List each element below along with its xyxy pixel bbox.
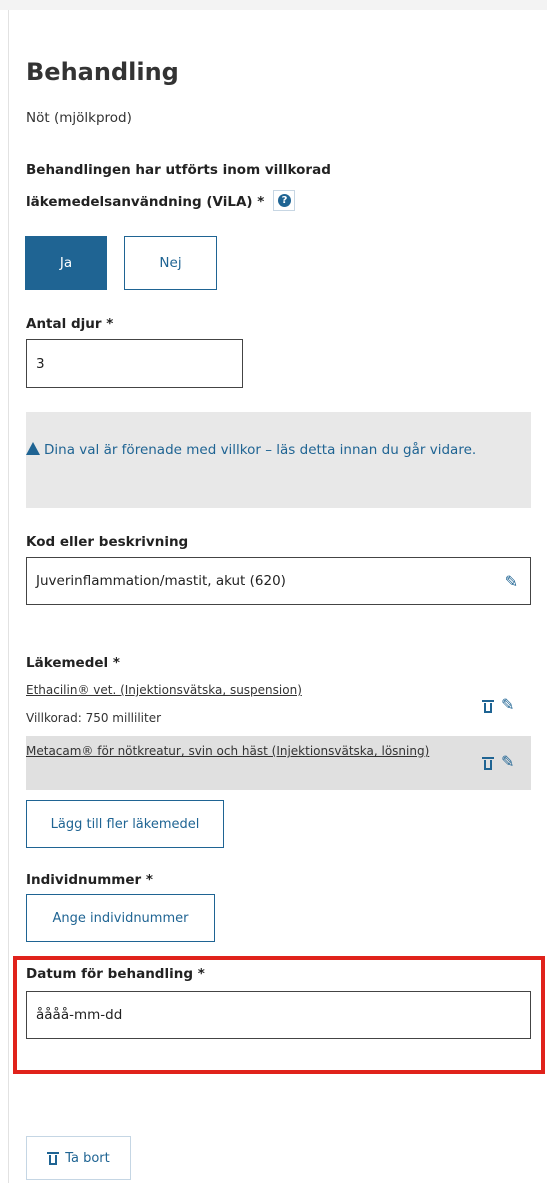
warning-icon [26, 442, 40, 455]
kod-value: Juverinflammation/mastit, akut (620) [36, 573, 286, 589]
medication-link[interactable]: Ethacilin® vet. (Injektionsvätska, suspe… [26, 683, 302, 697]
trash-icon[interactable] [482, 756, 494, 770]
edit-pencil-icon[interactable]: ✎ [501, 695, 514, 714]
medication-detail: Villkorad: 750 milliliter [26, 711, 162, 725]
vila-question: Behandlingen har utförts inom villkorad … [26, 154, 426, 218]
trash-icon[interactable] [482, 699, 494, 713]
add-medication-button[interactable]: Lägg till fler läkemedel [26, 800, 224, 848]
antal-djur-label: Antal djur * [26, 316, 114, 332]
medication-row: Ethacilin® vet. (Injektionsvätska, suspe… [26, 683, 531, 729]
animal-type: Nöt (mjölkprod) [26, 110, 132, 126]
help-icon: ? [278, 193, 292, 207]
delete-button[interactable]: Ta bort [26, 1136, 131, 1180]
edit-pencil-icon[interactable]: ✎ [505, 572, 518, 591]
datum-label: Datum för behandling * [26, 966, 205, 982]
lakemedel-label: Läkemedel * [26, 655, 120, 671]
edit-pencil-icon[interactable]: ✎ [501, 752, 514, 771]
trash-icon [47, 1151, 60, 1165]
left-divider [8, 10, 9, 1183]
individnummer-label: Individnummer * [26, 872, 153, 888]
top-bar [0, 0, 547, 10]
page-title: Behandling [26, 58, 179, 86]
individnummer-button[interactable]: Ange individnummer [26, 894, 215, 942]
datum-input[interactable]: åååå-mm-dd [26, 991, 531, 1039]
antal-djur-value: 3 [36, 355, 45, 372]
delete-label: Ta bort [65, 1150, 110, 1166]
kod-label: Kod eller beskrivning [26, 534, 189, 550]
antal-djur-input[interactable]: 3 [26, 339, 243, 388]
no-button[interactable]: Nej [124, 236, 217, 290]
help-button[interactable]: ? [273, 189, 296, 211]
alert-body: Dina val är förenade med villkor – läs d… [26, 434, 531, 466]
alert-text: Dina val är förenade med villkor – läs d… [44, 442, 477, 458]
medication-link[interactable]: Metacam® för nötkreatur, svin och häst (… [26, 740, 456, 762]
conditions-alert[interactable]: Dina val är förenade med villkor – läs d… [26, 412, 531, 508]
yes-button[interactable]: Ja [25, 236, 107, 290]
medication-row: Metacam® för nötkreatur, svin och häst (… [26, 736, 531, 790]
kod-input[interactable]: Juverinflammation/mastit, akut (620) ✎ [26, 557, 531, 605]
datum-placeholder: åååå-mm-dd [36, 1007, 123, 1023]
